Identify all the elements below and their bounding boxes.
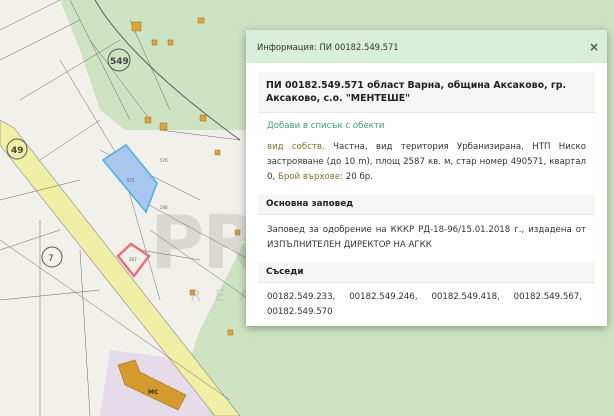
close-icon[interactable]: × (589, 40, 599, 54)
parcel-title: ПИ 00182.549.571 област Варна, община Ак… (258, 72, 595, 113)
popup-header: Информация: ПИ 00182.549.571 × (246, 30, 607, 63)
neighbor-link[interactable]: 00182.549.567, (514, 290, 582, 305)
parcel-details: вид собств. Частна, вид територия Урбани… (267, 142, 587, 182)
neighbors-list: 00182.549.233, 00182.549.246, 00182.549.… (258, 283, 595, 320)
parcel-571-label: 571 (127, 178, 135, 183)
order-text: Заповед за одобрение на КККР РД-18-96/15… (267, 225, 586, 250)
neighbor-link[interactable]: 00182.549.418, (431, 290, 499, 305)
svg-text:7: 7 (48, 254, 54, 264)
neighbor-link[interactable]: 00182.549.570 (267, 305, 582, 320)
parcel-246-label: 246 (160, 205, 168, 210)
info-popup: Информация: ПИ 00182.549.571 × ПИ 00182.… (246, 30, 607, 326)
add-to-list-link[interactable]: Добави в списък с обекти (258, 113, 595, 135)
order-heading: Основна заповед (258, 194, 595, 215)
neighbor-link[interactable]: 00182.549.233, (267, 290, 335, 305)
popup-header-title: Информация: ПИ 00182.549.571 (257, 41, 399, 52)
neighbors-heading: Съседи (258, 262, 595, 283)
parcel-267-label: 267 (129, 257, 137, 262)
parcel-570-label: 570 (160, 158, 168, 163)
neighbor-link[interactable]: 00182.549.246, (349, 290, 417, 305)
svg-text:49: 49 (11, 146, 24, 156)
mc-label: МС (148, 389, 159, 396)
svg-text:549: 549 (110, 57, 129, 67)
